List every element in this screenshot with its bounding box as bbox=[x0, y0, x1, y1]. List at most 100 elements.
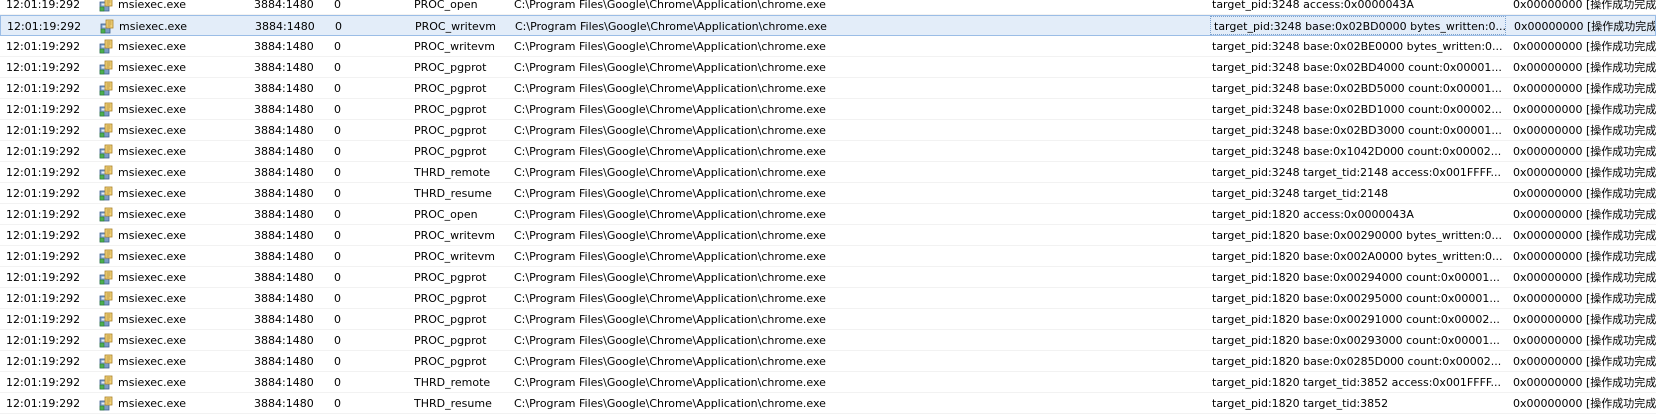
detail-cell: target_pid:1820 base:0x00291000 count:0x… bbox=[1212, 313, 1500, 326]
detail-cell: target_pid:1820 base:0x00290000 bytes_wr… bbox=[1212, 229, 1503, 242]
process-name-cell: msiexec.exe bbox=[118, 124, 187, 137]
log-row[interactable]: 12:01:19:292 msiexec.exe 3884:1480 0 PRO… bbox=[0, 351, 1656, 372]
pid-tid-cell: 3884:1480 bbox=[254, 82, 314, 95]
detail-cell: target_pid:3248 base:0x02BD4000 count:0x… bbox=[1212, 61, 1502, 74]
process-name-cell: msiexec.exe bbox=[118, 313, 187, 326]
process-name-cell: msiexec.exe bbox=[118, 166, 187, 179]
sequence-cell: 0 bbox=[334, 124, 341, 137]
pid-tid-cell: 3884:1480 bbox=[254, 271, 314, 284]
log-row[interactable]: 12:01:19:292 msiexec.exe 3884:1480 0 PRO… bbox=[0, 15, 1656, 36]
path-cell: C:\Program Files\Google\Chrome\Applicati… bbox=[514, 334, 826, 347]
sequence-cell: 0 bbox=[334, 334, 341, 347]
time-cell: 12:01:19:292 bbox=[6, 208, 81, 221]
log-row[interactable]: 12:01:19:292 msiexec.exe 3884:1480 0 PRO… bbox=[0, 204, 1656, 225]
result-cell: 0x00000000 [操作成功完成 bbox=[1513, 0, 1656, 11]
installer-package-icon bbox=[99, 246, 115, 266]
operation-cell: PROC_open bbox=[414, 0, 478, 11]
detail-cell: target_pid:1820 target_tid:3852 access:0… bbox=[1212, 376, 1501, 389]
operation-cell: PROC_writevm bbox=[415, 20, 496, 33]
detail-cell: target_pid:1820 base:0x0285D000 count:0x… bbox=[1212, 355, 1502, 368]
log-row[interactable]: 12:01:19:292 msiexec.exe 3884:1480 0 PRO… bbox=[0, 78, 1656, 99]
operation-cell: PROC_writevm bbox=[414, 250, 495, 263]
process-name-cell: msiexec.exe bbox=[118, 355, 187, 368]
process-name-cell: msiexec.exe bbox=[118, 40, 187, 53]
pid-tid-cell: 3884:1480 bbox=[254, 292, 314, 305]
installer-package-icon bbox=[99, 162, 115, 182]
process-name-cell: msiexec.exe bbox=[118, 187, 187, 200]
operation-cell: THRD_remote bbox=[414, 376, 491, 389]
result-cell: 0x00000000 [操作成功完成 bbox=[1513, 187, 1656, 200]
sequence-cell: 0 bbox=[334, 40, 341, 53]
operation-cell: PROC_pgprot bbox=[414, 82, 487, 95]
log-row[interactable]: 12:01:19:292 msiexec.exe 3884:1480 0 PRO… bbox=[0, 99, 1656, 120]
sequence-cell: 0 bbox=[334, 0, 341, 11]
sequence-cell: 0 bbox=[334, 313, 341, 326]
log-row[interactable]: 12:01:19:292 msiexec.exe 3884:1480 0 PRO… bbox=[0, 288, 1656, 309]
log-row[interactable]: 12:01:19:292 msiexec.exe 3884:1480 0 PRO… bbox=[0, 225, 1656, 246]
path-cell: C:\Program Files\Google\Chrome\Applicati… bbox=[514, 313, 826, 326]
installer-package-icon bbox=[100, 16, 116, 35]
event-log-list[interactable]: 12:01:19:292 msiexec.exe 3884:1480 0 PRO… bbox=[0, 0, 1656, 414]
operation-cell: THRD_resume bbox=[414, 187, 492, 200]
sequence-cell: 0 bbox=[334, 82, 341, 95]
log-row[interactable]: 12:01:19:292 msiexec.exe 3884:1480 0 PRO… bbox=[0, 267, 1656, 288]
process-name-cell: msiexec.exe bbox=[118, 292, 187, 305]
process-name-cell: msiexec.exe bbox=[119, 20, 188, 33]
detail-cell: target_pid:3248 base:0x02BD1000 count:0x… bbox=[1212, 103, 1502, 116]
path-cell: C:\Program Files\Google\Chrome\Applicati… bbox=[515, 20, 827, 33]
log-row[interactable]: 12:01:19:292 msiexec.exe 3884:1480 0 THR… bbox=[0, 162, 1656, 183]
installer-package-icon bbox=[99, 330, 115, 350]
log-row[interactable]: 12:01:19:292 msiexec.exe 3884:1480 0 PRO… bbox=[0, 0, 1656, 15]
result-cell: 0x00000000 [操作成功完成 bbox=[1513, 124, 1656, 137]
pid-tid-cell: 3884:1480 bbox=[254, 103, 314, 116]
operation-cell: PROC_pgprot bbox=[414, 292, 487, 305]
pid-tid-cell: 3884:1480 bbox=[254, 250, 314, 263]
log-row[interactable]: 12:01:19:292 msiexec.exe 3884:1480 0 PRO… bbox=[0, 57, 1656, 78]
process-name-cell: msiexec.exe bbox=[118, 250, 187, 263]
log-row[interactable]: 12:01:19:292 msiexec.exe 3884:1480 0 PRO… bbox=[0, 36, 1656, 57]
pid-tid-cell: 3884:1480 bbox=[254, 208, 314, 221]
log-row[interactable]: 12:01:19:292 msiexec.exe 3884:1480 0 PRO… bbox=[0, 120, 1656, 141]
result-cell: 0x00000000 [操作成功完成 bbox=[1513, 271, 1656, 284]
pid-tid-cell: 3884:1480 bbox=[254, 124, 314, 137]
time-cell: 12:01:19:292 bbox=[6, 187, 81, 200]
result-cell: 0x00000000 [操作成功完成 bbox=[1513, 229, 1656, 242]
time-cell: 12:01:19:292 bbox=[6, 166, 81, 179]
pid-tid-cell: 3884:1480 bbox=[254, 334, 314, 347]
time-cell: 12:01:19:292 bbox=[6, 82, 81, 95]
result-cell: 0x00000000 [操作成功完成 bbox=[1513, 250, 1656, 263]
path-cell: C:\Program Files\Google\Chrome\Applicati… bbox=[514, 82, 826, 95]
sequence-cell: 0 bbox=[334, 208, 341, 221]
process-name-cell: msiexec.exe bbox=[118, 103, 187, 116]
time-cell: 12:01:19:292 bbox=[6, 334, 81, 347]
installer-package-icon bbox=[99, 372, 115, 392]
detail-cell: target_pid:1820 base:0x00293000 count:0x… bbox=[1212, 334, 1500, 347]
pid-tid-cell: 3884:1480 bbox=[254, 355, 314, 368]
installer-package-icon bbox=[99, 183, 115, 203]
operation-cell: PROC_pgprot bbox=[414, 313, 487, 326]
operation-cell: PROC_pgprot bbox=[414, 145, 487, 158]
time-cell: 12:01:19:292 bbox=[6, 313, 81, 326]
pid-tid-cell: 3884:1480 bbox=[254, 0, 314, 11]
log-row[interactable]: 12:01:19:292 msiexec.exe 3884:1480 0 PRO… bbox=[0, 246, 1656, 267]
time-cell: 12:01:19:292 bbox=[6, 355, 81, 368]
installer-package-icon bbox=[99, 57, 115, 77]
time-cell: 12:01:19:292 bbox=[6, 61, 81, 74]
time-cell: 12:01:19:292 bbox=[6, 40, 81, 53]
pid-tid-cell: 3884:1480 bbox=[254, 313, 314, 326]
installer-package-icon bbox=[99, 78, 115, 98]
log-row[interactable]: 12:01:19:292 msiexec.exe 3884:1480 0 PRO… bbox=[0, 141, 1656, 162]
sequence-cell: 0 bbox=[334, 355, 341, 368]
log-row[interactable]: 12:01:19:292 msiexec.exe 3884:1480 0 PRO… bbox=[0, 330, 1656, 351]
detail-cell: target_pid:1820 base:0x00295000 count:0x… bbox=[1212, 292, 1500, 305]
process-name-cell: msiexec.exe bbox=[118, 0, 187, 11]
log-row[interactable]: 12:01:19:292 msiexec.exe 3884:1480 0 THR… bbox=[0, 183, 1656, 204]
time-cell: 12:01:19:292 bbox=[7, 20, 82, 33]
installer-package-icon bbox=[99, 0, 115, 14]
operation-cell: PROC_pgprot bbox=[414, 271, 487, 284]
log-row[interactable]: 12:01:19:292 msiexec.exe 3884:1480 0 PRO… bbox=[0, 309, 1656, 330]
path-cell: C:\Program Files\Google\Chrome\Applicati… bbox=[514, 229, 826, 242]
log-row[interactable]: 12:01:19:292 msiexec.exe 3884:1480 0 THR… bbox=[0, 372, 1656, 393]
time-cell: 12:01:19:292 bbox=[6, 0, 81, 11]
time-cell: 12:01:19:292 bbox=[6, 292, 81, 305]
